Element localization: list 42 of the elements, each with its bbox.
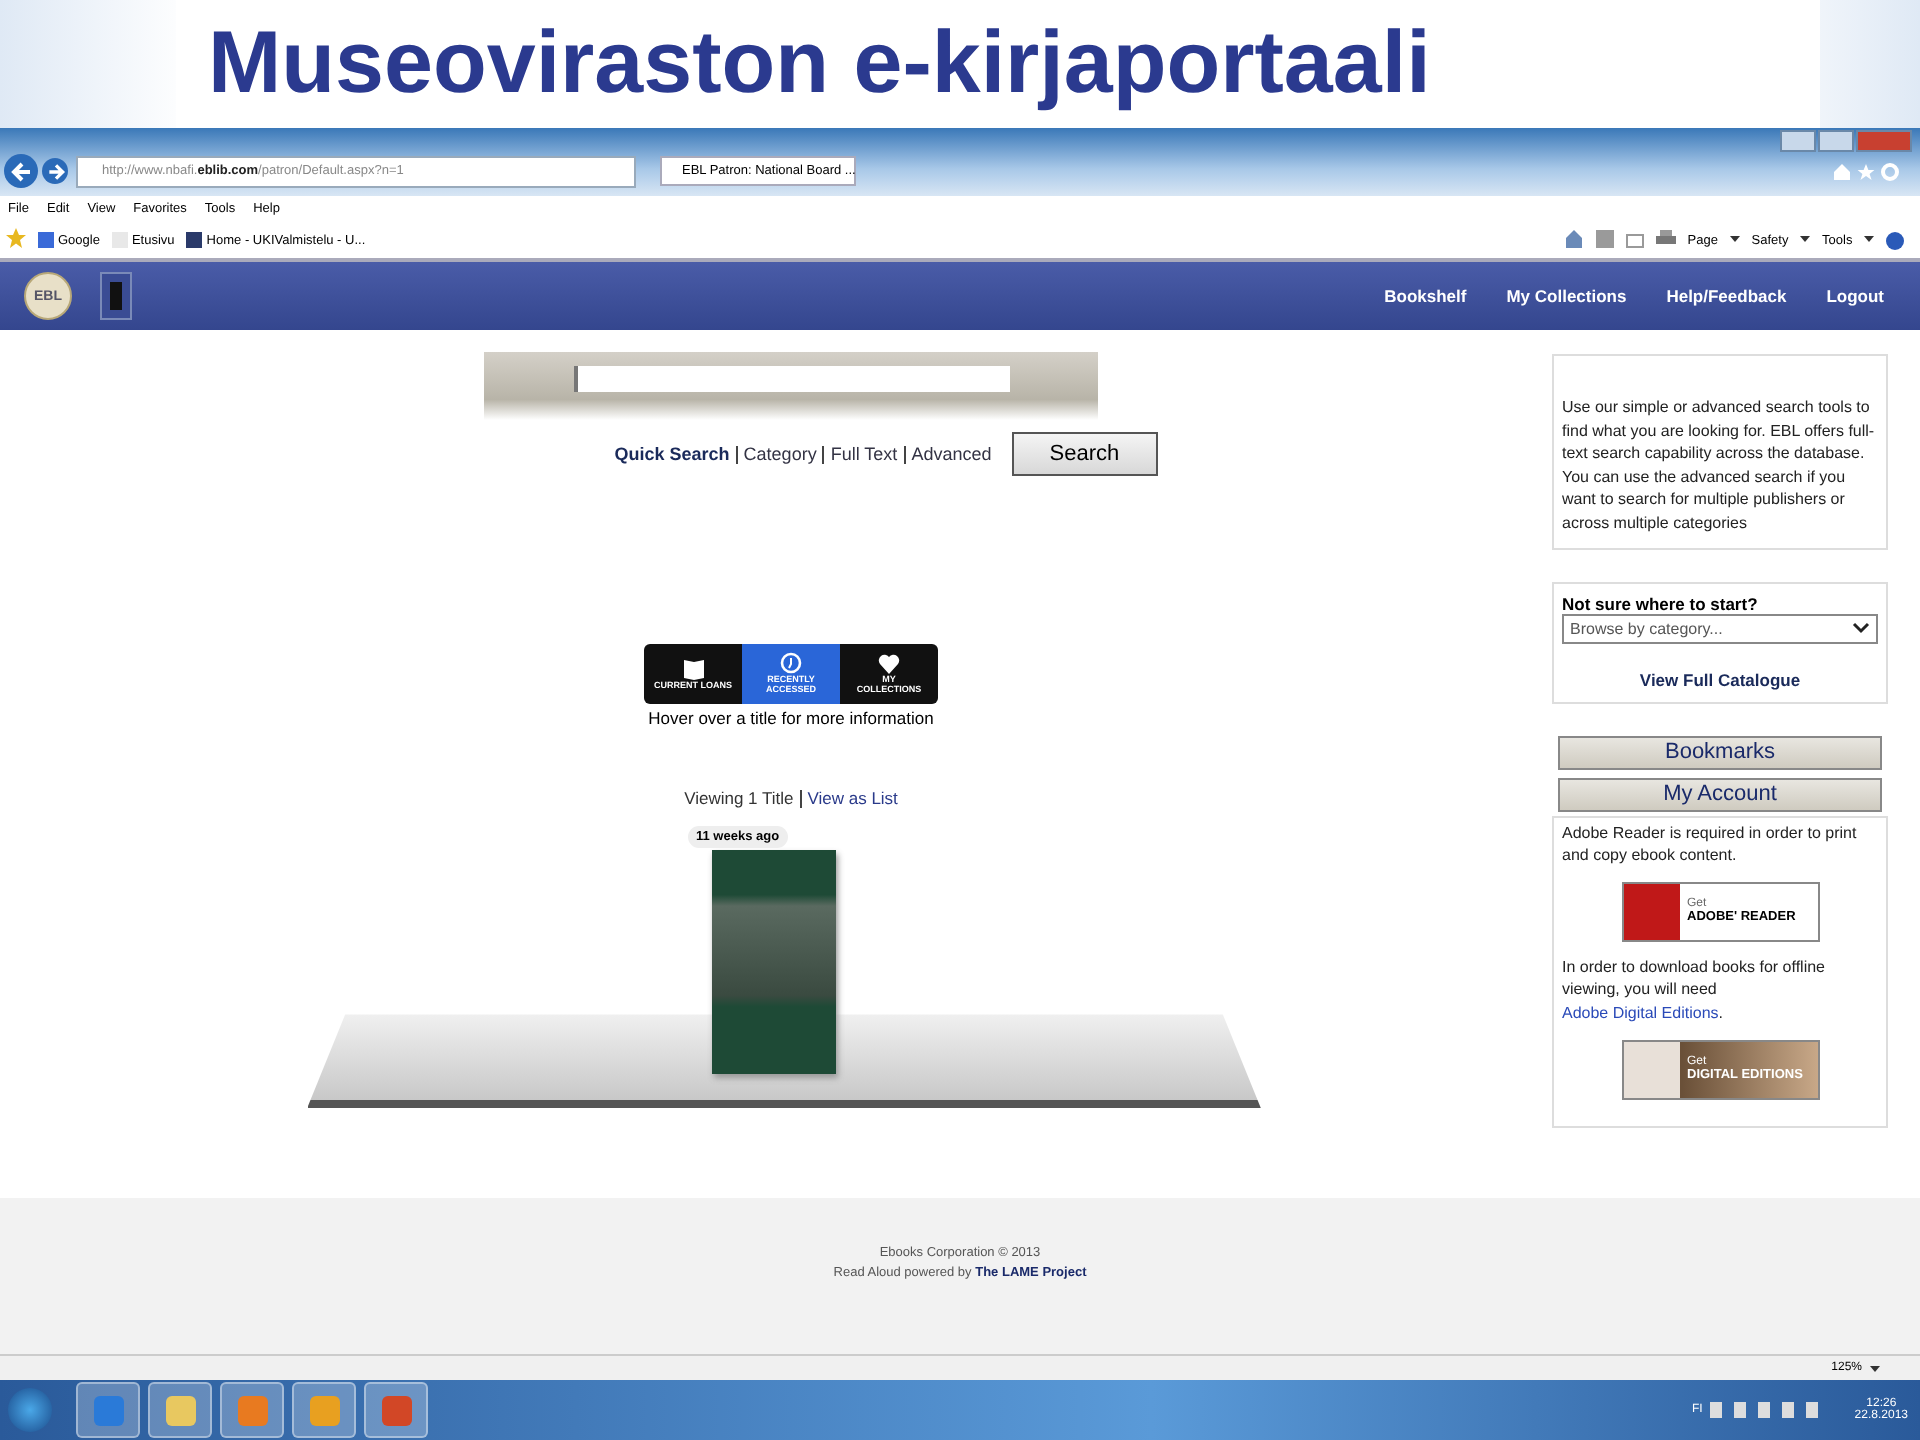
forward-icon[interactable] (42, 158, 68, 184)
caret-icon (1864, 236, 1874, 243)
caret-icon[interactable] (1870, 1365, 1880, 1371)
chevron-down-icon (1852, 622, 1870, 635)
search-field[interactable] (573, 366, 1009, 392)
taskbar-app[interactable] (148, 1382, 212, 1438)
nav-link[interactable]: My Collections (1506, 286, 1627, 306)
caret-icon (1800, 236, 1811, 243)
start-button[interactable] (8, 1388, 52, 1432)
book-cover-placeholder[interactable] (712, 850, 836, 1075)
book-icon (683, 657, 703, 680)
clock-icon (780, 652, 802, 675)
taskbar-app[interactable] (364, 1382, 428, 1438)
view-as-list-link[interactable]: View as List (807, 788, 898, 808)
offline-text: In order to download books for offline viewing, you will need Adobe Digital Editions. (1562, 955, 1827, 1026)
editions-link[interactable]: Adobe Digital Editions (1562, 1003, 1719, 1022)
nav-link[interactable]: Logout (1826, 286, 1884, 306)
search-mode-link[interactable]: Full Text (830, 443, 898, 464)
window-controls[interactable] (1780, 130, 1912, 152)
taskbar-app[interactable] (76, 1382, 140, 1438)
hint-text: Hover over a title for more information (648, 708, 934, 728)
back-icon[interactable] (4, 154, 38, 188)
heart-icon (878, 653, 900, 674)
slide-title: Museoviraston e-kirjaportaali (208, 14, 1431, 114)
nav-link[interactable]: Help/Feedback (1666, 286, 1787, 306)
viewing-count: Viewing 1 Title (684, 788, 794, 808)
nav-link[interactable]: Bookshelf (1384, 286, 1467, 306)
category-dropdown[interactable]: Browse by category... (1562, 613, 1878, 644)
search-button[interactable]: Search (1011, 432, 1158, 476)
browse-heading: Not sure where to start? (1562, 593, 1760, 614)
document-icon[interactable] (100, 272, 132, 320)
catalogue-link[interactable]: View Full Catalogue (1562, 669, 1878, 690)
taskbar-app[interactable] (292, 1382, 356, 1438)
sidebar-button[interactable]: My Account (1558, 777, 1882, 812)
adobe-text: Adobe Reader is required in order to print and copy ebook content. (1562, 821, 1859, 868)
search-mode-link[interactable]: Category (743, 443, 817, 464)
search-mode-link[interactable]: Quick Search (614, 443, 730, 464)
search-mode-link[interactable]: Advanced (911, 443, 992, 464)
caret-icon (1729, 236, 1740, 243)
taskbar-app[interactable] (220, 1382, 284, 1438)
info-text: Use our simple or advanced search tools to find what you are looking for. EBL offers full-text search capability across the database. You can use the advanced search if you want to search for multiple publishers or across multiple categories (1562, 396, 1877, 536)
sidebar-button[interactable]: Bookmarks (1558, 735, 1882, 770)
